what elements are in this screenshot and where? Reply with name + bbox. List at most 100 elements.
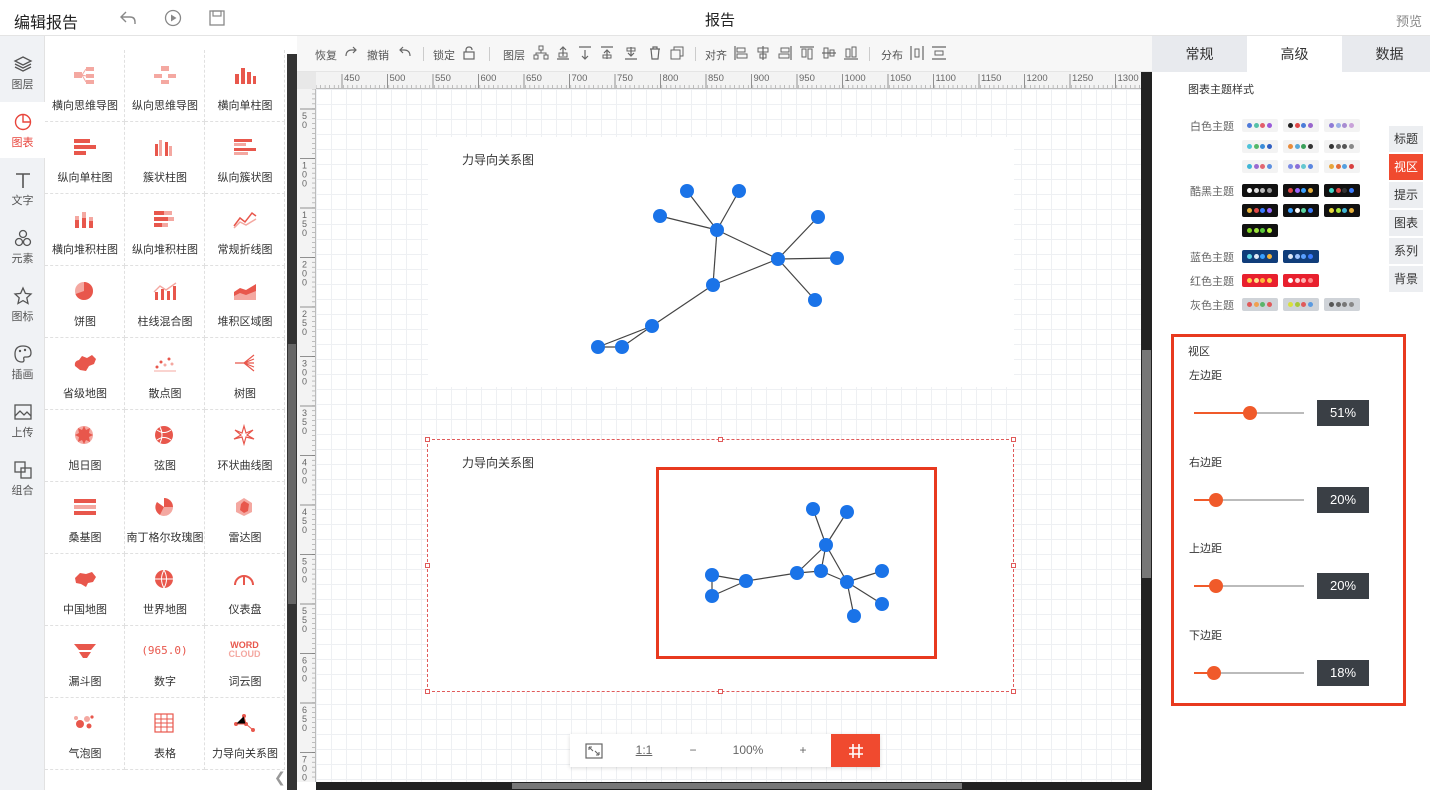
send-back-icon[interactable] [577,45,593,61]
grid-toggle-button[interactable] [831,734,880,767]
graph-node[interactable] [706,278,720,292]
rail-item-2[interactable]: 文字 [0,160,45,216]
design-canvas[interactable]: 力导向关系图 力导向关系图 [316,89,1141,782]
palette-item[interactable]: 世界地图 [125,554,205,626]
lock-label[interactable]: 锁定 [433,47,455,63]
align-left-icon[interactable] [733,45,749,61]
rail-item-0[interactable]: 图层 [0,44,45,100]
graph-node[interactable] [591,340,605,354]
palette-item[interactable]: 饼图 [45,266,125,338]
palette-item[interactable]: 桑基图 [45,482,125,554]
theme-swatch[interactable] [1283,184,1319,197]
side-tab-5[interactable]: 背景 [1389,266,1423,292]
align-bottom-icon[interactable] [843,45,859,61]
align-middle-icon[interactable] [821,45,837,61]
theme-swatch[interactable] [1283,204,1319,217]
align-label[interactable]: 对齐 [705,47,727,63]
palette-item[interactable]: 纵向单柱图 [45,122,125,194]
properties-tab-2[interactable]: 数据 [1342,36,1430,72]
palette-item[interactable]: 纵向思维导图 [125,50,205,122]
palette-item[interactable]: 纵向堆积柱图 [125,194,205,266]
margin-value[interactable]: 18% [1317,660,1369,686]
theme-swatch[interactable] [1242,119,1278,132]
theme-swatch[interactable] [1324,298,1360,311]
theme-swatch[interactable] [1242,160,1278,173]
graph-node[interactable] [653,209,667,223]
palette-item[interactable]: 漏斗图 [45,626,125,698]
theme-swatch[interactable] [1242,250,1278,263]
theme-swatch[interactable] [1324,204,1360,217]
graph-node[interactable] [771,252,785,266]
palette-item[interactable]: 纵向簇状图 [205,122,285,194]
force-graph-chart-1[interactable]: 力导向关系图 [428,137,1014,387]
graph-node[interactable] [811,210,825,224]
rail-item-3[interactable]: 元素 [0,218,45,274]
theme-swatch[interactable] [1283,160,1319,173]
rail-item-1[interactable]: 图表 [0,102,45,158]
palette-item[interactable]: 堆积区域图 [205,266,285,338]
resize-handle-sw[interactable] [425,689,430,694]
margin-slider[interactable] [1194,493,1304,507]
zoom-in-button[interactable]: + [780,734,826,767]
palette-item[interactable]: 力导向关系图 [205,698,285,770]
margin-slider[interactable] [1194,406,1304,420]
margin-slider[interactable] [1194,579,1304,593]
palette-item[interactable]: 雷达图 [205,482,285,554]
properties-tab-1[interactable]: 高级 [1247,36,1342,72]
slider-knob[interactable] [1209,493,1223,507]
undo-label[interactable]: 撤销 [367,47,389,63]
margin-value[interactable]: 20% [1317,487,1369,513]
rail-item-4[interactable]: 图标 [0,276,45,332]
theme-swatch[interactable] [1242,184,1278,197]
undo-icon[interactable] [397,45,413,61]
resize-handle-w[interactable] [425,563,430,568]
graph-node[interactable] [615,340,629,354]
palette-item[interactable]: (965.0) 数字 [125,626,205,698]
redo-icon[interactable] [343,45,359,61]
graph-node[interactable] [645,319,659,333]
palette-item[interactable]: 旭日图 [45,410,125,482]
delete-icon[interactable] [647,45,663,61]
canvas-hscroll-thumb[interactable] [512,783,962,789]
zoom-out-button[interactable]: − [670,734,716,767]
palette-item[interactable]: 环状曲线图 [205,410,285,482]
palette-scrollbar[interactable] [287,54,297,790]
palette-item[interactable]: 横向堆积柱图 [45,194,125,266]
graph-node[interactable] [830,251,844,265]
canvas-vertical-scrollbar[interactable] [1141,72,1152,790]
resize-handle-nw[interactable] [425,437,430,442]
distribute-label[interactable]: 分布 [881,47,903,63]
theme-swatch[interactable] [1283,250,1319,263]
theme-swatch[interactable] [1324,140,1360,153]
palette-item[interactable]: 仪表盘 [205,554,285,626]
resize-handle-ne[interactable] [1011,437,1016,442]
palette-item[interactable]: 中国地图 [45,554,125,626]
theme-swatch[interactable] [1242,140,1278,153]
redo-label[interactable]: 恢复 [315,47,337,63]
back-icon[interactable] [118,8,138,28]
bottom-layer-icon[interactable] [623,45,639,61]
align-right-icon[interactable] [777,45,793,61]
distribute-v-icon[interactable] [931,45,947,61]
theme-swatch[interactable] [1242,224,1278,237]
theme-swatch[interactable] [1283,119,1319,132]
copy-icon[interactable] [669,45,685,61]
palette-item[interactable]: 横向单柱图 [205,50,285,122]
rail-item-5[interactable]: 插画 [0,334,45,390]
play-icon[interactable] [163,8,183,28]
report-title[interactable]: 报告 [690,9,750,30]
palette-item[interactable]: 气泡图 [45,698,125,770]
rail-item-6[interactable]: 上传 [0,392,45,448]
palette-item[interactable]: 树图 [205,338,285,410]
theme-swatch[interactable] [1324,119,1360,132]
graph-node[interactable] [808,293,822,307]
palette-item[interactable]: 横向思维导图 [45,50,125,122]
palette-item[interactable]: 表格 [125,698,205,770]
side-tab-3[interactable]: 图表 [1389,210,1423,236]
theme-swatch[interactable] [1242,298,1278,311]
canvas-horizontal-scrollbar[interactable] [316,782,1141,790]
graph-node[interactable] [732,184,746,198]
palette-item[interactable]: 南丁格尔玫瑰图 [125,482,205,554]
resize-handle-se[interactable] [1011,689,1016,694]
align-center-h-icon[interactable] [755,45,771,61]
